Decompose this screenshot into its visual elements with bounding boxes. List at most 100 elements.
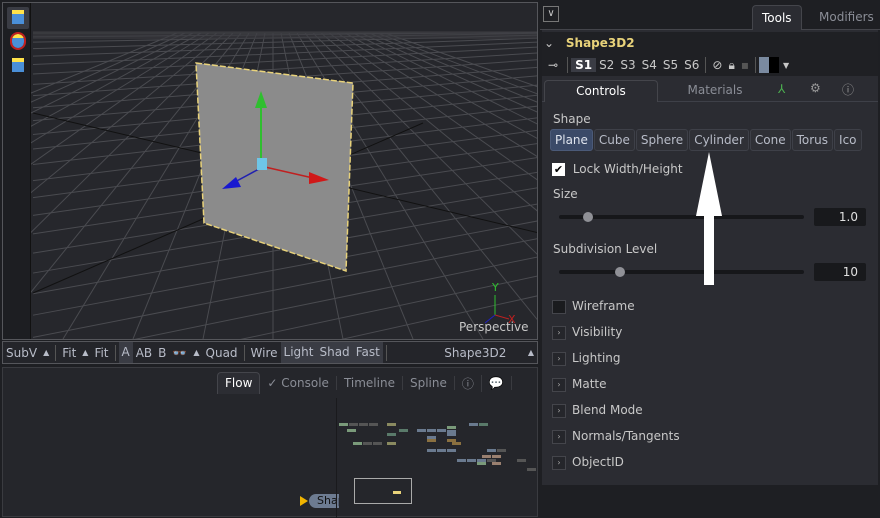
subdivision-slider[interactable] — [559, 267, 804, 277]
collapse-panel-icon[interactable]: ∨ — [543, 6, 559, 22]
fit-menu-button[interactable]: Fit — [59, 346, 79, 360]
navigator-node-mark — [469, 423, 478, 426]
navigator-node-mark — [427, 439, 436, 442]
color-dropdown-icon[interactable]: ▼ — [779, 61, 793, 70]
section-lighting[interactable]: › Lighting — [552, 350, 621, 368]
shape-cube-button[interactable]: Cube — [593, 129, 635, 151]
tab-flow[interactable]: Flow — [217, 372, 261, 394]
section-visibility[interactable]: › Visibility — [552, 324, 622, 342]
save-icon[interactable]: ▪ — [738, 58, 752, 72]
navigator-node-mark — [363, 442, 372, 445]
shape-cone-button[interactable]: Cone — [749, 129, 791, 151]
navigator-viewport-rect[interactable] — [354, 478, 412, 504]
info-icon[interactable]: ⓘ — [842, 81, 854, 98]
navigator-node-mark — [457, 459, 466, 462]
tab-tools[interactable]: Tools — [752, 5, 802, 30]
viewer-menu-arrow[interactable]: ▲ — [525, 348, 537, 357]
check-icon: ✓ — [267, 376, 278, 390]
transform-scale-icon[interactable] — [7, 55, 29, 77]
buffer-a-button[interactable]: A — [118, 342, 133, 363]
shad-button[interactable]: Shad — [316, 342, 353, 363]
tab-materials[interactable]: Materials — [660, 80, 770, 102]
navigator-node-mark — [373, 442, 382, 445]
section-objectid[interactable]: › ObjectID — [552, 454, 624, 472]
transform-rotate-icon[interactable] — [7, 31, 29, 53]
navigator-node-mark — [487, 449, 496, 452]
size-input[interactable]: 1.0 — [814, 208, 866, 226]
navigator-node-mark — [427, 449, 436, 452]
shape-plane-button[interactable]: Plane — [550, 129, 593, 151]
center-handle — [257, 158, 267, 170]
version-s2[interactable]: S2 — [596, 58, 617, 72]
navigator-node-mark — [399, 429, 408, 432]
flow-node-shape3d2[interactable]: Shape3D2 — [309, 494, 339, 508]
node-input-arrow-icon — [300, 496, 308, 506]
section-matte[interactable]: › Matte — [552, 376, 607, 394]
navigator-node-mark — [447, 449, 456, 452]
version-s4[interactable]: S4 — [639, 58, 660, 72]
expand-chevron-icon: › — [552, 429, 566, 444]
3d-viewer[interactable]: Y X Perspective — [2, 2, 538, 340]
navigator-node-mark — [447, 426, 456, 429]
transform-move-icon[interactable] — [7, 7, 29, 29]
shape-torus-button[interactable]: Torus — [791, 129, 834, 151]
navigator-node-mark — [349, 423, 358, 426]
plane-object — [195, 62, 354, 273]
subdivision-input[interactable]: 10 — [814, 263, 866, 281]
size-slider[interactable] — [559, 212, 804, 222]
version-s6[interactable]: S6 — [681, 58, 702, 72]
shape-ico-button[interactable]: Ico — [834, 129, 862, 151]
quad-button[interactable]: Quad — [203, 346, 241, 360]
stereo-glasses-icon[interactable]: 👓 — [169, 346, 190, 360]
navigator-node-mark — [487, 459, 496, 462]
light-button[interactable]: Light — [280, 342, 317, 363]
size-slider-handle[interactable] — [583, 212, 594, 222]
tab-timeline[interactable]: Timeline — [337, 376, 403, 390]
view-label: Perspective — [459, 320, 529, 334]
section-normals-tangents[interactable]: › Normals/Tangents — [552, 428, 680, 446]
flow-panel[interactable]: Flow ✓ Console Timeline Spline ⓘ 💬 Shape… — [2, 367, 538, 518]
comment-icon[interactable]: 💬 — [482, 376, 512, 390]
fit-button[interactable]: Fit — [91, 346, 111, 360]
flow-tabs: Flow ✓ Console Timeline Spline ⓘ 💬 — [217, 372, 512, 394]
buffer-ab-button[interactable]: AB — [133, 346, 155, 360]
subview-button[interactable]: SubV — [3, 346, 40, 360]
shape-sphere-button[interactable]: Sphere — [635, 129, 689, 151]
wire-button[interactable]: Wire — [248, 346, 281, 360]
axis-y-label: Y — [491, 281, 499, 294]
expand-tool-icon[interactable]: ⌄ — [544, 36, 554, 50]
shape-button-group: Plane Cube Sphere Cylinder Cone Torus Ico — [542, 129, 878, 151]
navigator-node-mark — [477, 462, 486, 465]
expand-chevron-icon: › — [552, 377, 566, 392]
viewer-toolbar: SubV ▲ Fit ▲ Fit A AB B 👓 ▲ Quad Wire Light… — [2, 341, 538, 364]
transform-axis-icon[interactable]: ⅄ — [778, 82, 785, 96]
navigator-node-mark — [437, 449, 446, 452]
subdivision-slider-handle[interactable] — [615, 267, 626, 277]
version-s3[interactable]: S3 — [617, 58, 638, 72]
tab-spline[interactable]: Spline — [403, 376, 455, 390]
section-blend-mode[interactable]: › Blend Mode — [552, 402, 643, 420]
wireframe-checkbox[interactable]: Wireframe — [552, 298, 635, 316]
buffer-b-button[interactable]: B — [155, 346, 169, 360]
flow-navigator[interactable] — [336, 398, 536, 518]
tab-controls[interactable]: Controls — [544, 80, 658, 102]
navigator-node-mark — [417, 429, 426, 432]
settings-gear-icon[interactable]: ⚙ — [810, 81, 821, 95]
navigator-node-mark — [447, 433, 456, 436]
tile-color-swatch[interactable] — [758, 57, 779, 73]
version-s1[interactable]: S1 — [571, 58, 597, 72]
expand-chevron-icon: › — [552, 455, 566, 470]
viewer-node-name: Shape3D2 — [444, 345, 507, 360]
navigator-node-mark — [353, 442, 362, 445]
navigator-node-mark — [369, 423, 378, 426]
shape-cylinder-button[interactable]: Cylinder — [689, 129, 749, 151]
info-icon[interactable]: ⓘ — [455, 374, 482, 392]
tab-console[interactable]: ✓ Console — [260, 376, 337, 390]
disable-icon[interactable]: ⊘ — [709, 58, 725, 72]
fast-button[interactable]: Fast — [352, 342, 383, 363]
tab-modifiers[interactable]: Modifiers — [810, 5, 880, 30]
lock-icon[interactable]: 🔒︎ — [725, 58, 737, 73]
navigator-node-mark — [482, 455, 491, 458]
version-s5[interactable]: S5 — [660, 58, 681, 72]
pin-icon[interactable]: ⊸ — [542, 58, 564, 72]
